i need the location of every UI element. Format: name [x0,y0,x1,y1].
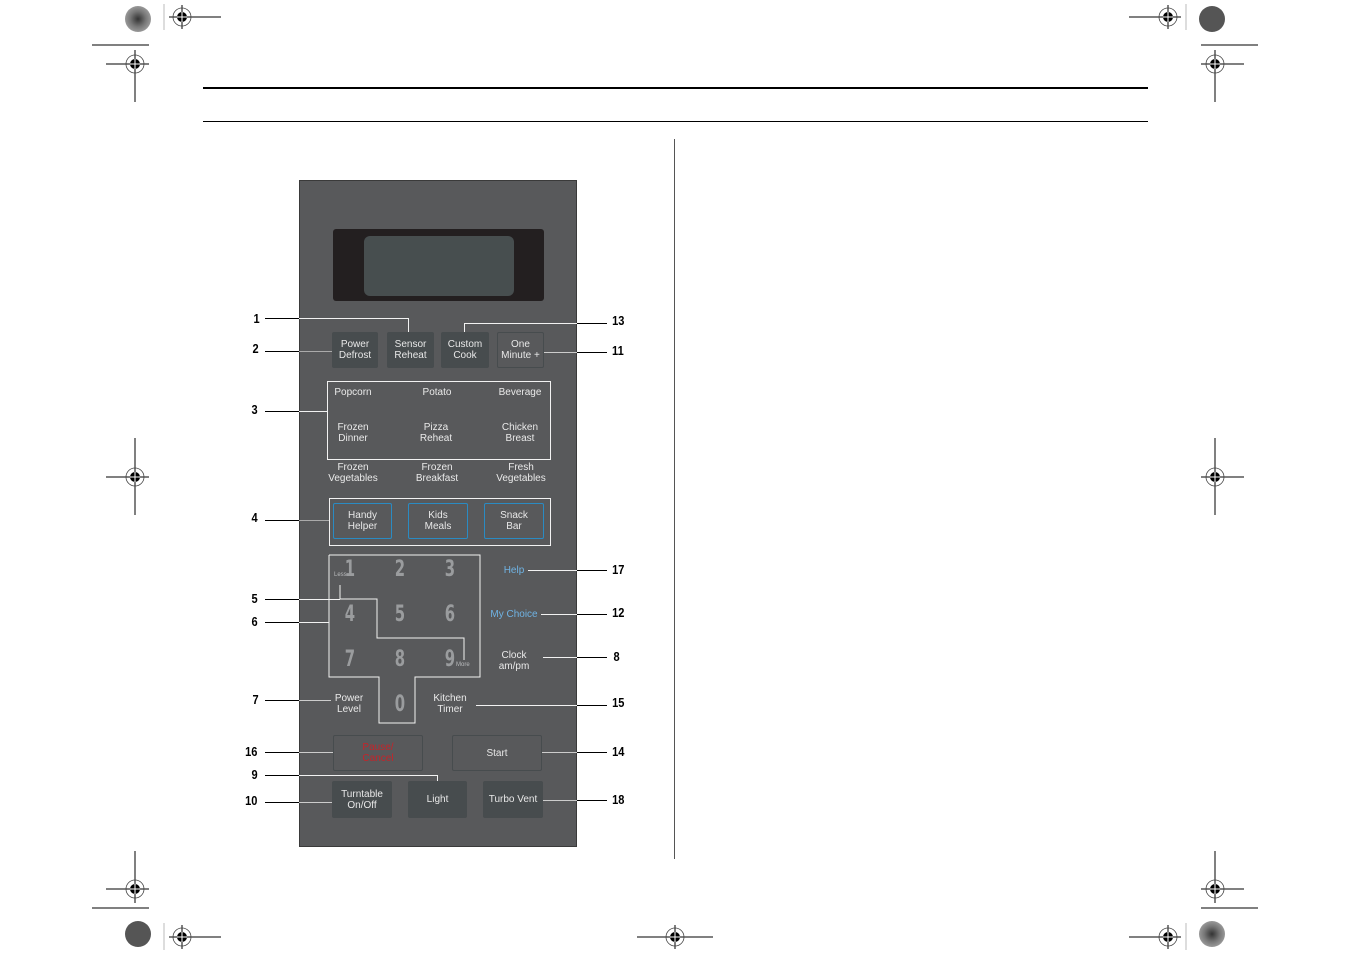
leader-line-7 [265,700,299,701]
callout-14: 14 [612,744,625,759]
leader-line-9 [265,775,299,776]
leader-line-6 [265,622,299,623]
inner-line-13 [464,323,577,324]
key-6[interactable]: 6 [445,602,455,627]
turntable-button[interactable]: Turntable On/Off [332,781,392,818]
leader-line-4 [265,520,299,521]
leader-line-8 [577,657,607,658]
start-button[interactable]: Start [452,735,542,771]
leader-line-16 [265,752,299,753]
help-button[interactable]: Help [496,565,532,576]
key-4[interactable]: 4 [345,602,355,627]
leader-line-14 [577,752,607,753]
kitchen-timer-button[interactable]: Kitchen Timer [430,693,470,715]
leader-line-3 [265,411,299,412]
inner-line-6 [299,622,329,623]
turbo-vent-button[interactable]: Turbo Vent [483,781,543,818]
inner-line-1 [299,318,408,319]
inner-line-14 [542,752,577,753]
inner-line-9-v [437,775,438,781]
callout-17: 17 [612,562,625,577]
inner-line-5 [299,599,340,600]
inner-line-16 [299,752,333,753]
leader-line-13 [577,323,607,324]
my-choice-button[interactable]: My Choice [489,609,539,620]
less-label: Less [334,572,347,578]
inner-line-18 [543,800,577,801]
key-3[interactable]: 3 [445,557,455,582]
leader-line-5 [265,599,299,600]
inner-line-17 [528,570,577,571]
callout-18: 18 [612,792,625,807]
callout-15: 15 [612,695,625,710]
leader-line-18 [577,800,607,801]
callout-7: 7 [252,692,259,707]
clock-button[interactable]: Clock am/pm [494,650,534,672]
callout-2: 2 [252,341,259,356]
inner-line-13-v [464,323,465,332]
leader-line-17 [577,570,607,571]
inner-line-3 [299,411,327,412]
callout-5: 5 [251,591,258,606]
key-5[interactable]: 5 [395,602,405,627]
inner-line-4 [299,520,329,521]
callout-12: 12 [612,605,625,620]
leader-line-10 [265,802,299,803]
inner-line-1-v [408,318,409,332]
leader-line-15 [577,705,607,706]
callout-8: 8 [613,649,620,664]
leader-line-1 [265,318,299,319]
inner-line-9 [299,775,437,776]
callout-13: 13 [612,313,625,328]
inner-line-11 [544,352,577,353]
callout-1: 1 [253,311,260,326]
callout-6: 6 [251,614,258,629]
key-8[interactable]: 8 [395,647,405,672]
inner-line-10 [299,802,332,803]
callout-16: 16 [245,744,258,759]
leader-line-12 [577,614,607,615]
callout-3: 3 [251,402,258,417]
power-level-button[interactable]: Power Level [330,693,368,715]
leader-line-11 [577,352,607,353]
key-9[interactable]: 9 [445,647,455,672]
leader-line-2 [265,351,299,352]
inner-line-7 [299,700,331,701]
key-2[interactable]: 2 [395,557,405,582]
more-label: More [456,662,470,668]
light-button[interactable]: Light [408,781,467,818]
pause-cancel-button[interactable]: Pause/ Cancel [333,735,423,771]
callout-4: 4 [251,510,258,525]
keypad-outline [328,554,481,724]
callout-10: 10 [245,793,258,808]
callout-11: 11 [612,343,624,358]
inner-line-2 [299,351,332,352]
inner-line-15 [476,705,577,706]
key-1[interactable]: 1 [345,557,355,582]
inner-line-8 [543,657,577,658]
key-0[interactable]: 0 [395,692,405,717]
key-7[interactable]: 7 [345,647,355,672]
inner-line-12 [541,614,577,615]
callout-9: 9 [251,767,258,782]
